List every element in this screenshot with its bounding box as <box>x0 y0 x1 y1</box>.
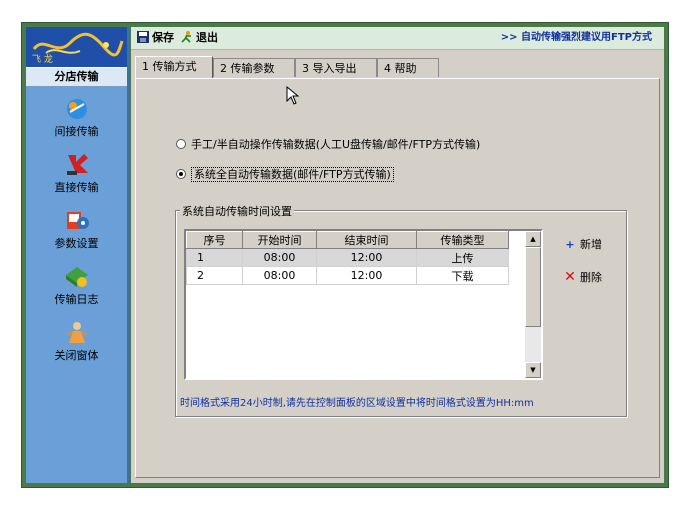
column-header[interactable]: 开始时间 <box>242 231 317 249</box>
time-format-note: 时间格式采用24小时制,请先在控制面板的区域设置中将时间格式设置为HH:mm <box>180 398 534 409</box>
manual-mode-radio[interactable] <box>176 139 186 149</box>
delete-x-icon: ✕ <box>564 269 576 285</box>
sidebar-item-label: 关闭窗体 <box>54 349 99 362</box>
close-window-icon <box>66 322 87 343</box>
tab-transfer-params[interactable]: 2 传输参数 <box>213 58 295 77</box>
column-header[interactable]: 结束时间 <box>316 231 417 249</box>
tab-help[interactable]: 4 帮助 <box>377 58 439 77</box>
manual-mode-label: 手工/半自动操作传输数据(人工U盘传输/邮件/FTP方式传输) <box>191 138 481 151</box>
sidebar-item-label: 传输日志 <box>54 293 99 306</box>
table-cell[interactable]: 1 <box>186 248 243 267</box>
mouse-cursor-icon <box>286 86 300 105</box>
add-label: 新增 <box>580 238 602 251</box>
table-cell[interactable]: 2 <box>186 266 243 285</box>
table-cell[interactable]: 08:00 <box>242 248 317 267</box>
sidebar-item-close-window[interactable]: 关闭窗体 <box>26 315 127 369</box>
ftp-hint-text: >> 自动传输强烈建议用FTP方式 <box>500 32 652 43</box>
logo: 飞 龙 <box>26 27 127 67</box>
add-schedule-button[interactable]: + 新增 <box>563 237 602 253</box>
table-cell[interactable]: 12:00 <box>316 266 417 285</box>
table-cell[interactable]: 下载 <box>416 266 509 285</box>
delete-schedule-button[interactable]: ✕ 删除 <box>563 269 602 285</box>
table-row[interactable]: 1 08:00 12:00 上传 <box>186 248 509 267</box>
exit-button[interactable]: 退出 <box>181 30 218 46</box>
table-cell[interactable]: 12:00 <box>316 248 417 267</box>
schedule-table: 序号 开始时间 结束时间 传输类型 1 08:00 12:00 上传 2 08:… <box>186 231 509 285</box>
table-header-row: 序号 开始时间 结束时间 传输类型 <box>186 231 509 249</box>
floppy-disk-icon <box>137 31 149 43</box>
settings-icon <box>66 212 89 229</box>
sidebar-header: 分店传输 <box>26 67 127 87</box>
plus-icon: + <box>565 238 575 251</box>
scroll-thumb[interactable] <box>525 247 541 327</box>
sidebar-item-indirect-transfer[interactable]: 间接传输 <box>26 91 127 145</box>
sidebar: 飞 龙 分店传输 间接传输 直接传输 参数设置 传输日志 关闭窗体 <box>26 27 129 483</box>
column-header[interactable]: 传输类型 <box>416 231 509 249</box>
sidebar-item-label: 参数设置 <box>54 237 99 250</box>
toolbar: 保存 退出 >> 自动传输强烈建议用FTP方式 <box>131 27 664 50</box>
auto-mode-radio[interactable] <box>176 169 186 179</box>
sidebar-item-label: 直接传输 <box>54 181 99 194</box>
vertical-scrollbar[interactable]: ▲ ▼ <box>525 231 541 378</box>
tab-transfer-mode[interactable]: 1 传输方式 <box>135 56 213 78</box>
auto-mode-label: 系统全自动传输数据(邮件/FTP方式传输) <box>191 167 394 182</box>
schedule-grid: 序号 开始时间 结束时间 传输类型 1 08:00 12:00 上传 2 08:… <box>184 229 543 380</box>
save-button[interactable]: 保存 <box>137 30 174 46</box>
tab-panel: 手工/半自动操作传输数据(人工U盘传输/邮件/FTP方式传输) 系统全自动传输数… <box>135 78 660 478</box>
save-label: 保存 <box>152 31 174 44</box>
logo-text: 飞 龙 <box>32 55 53 65</box>
sidebar-item-label: 间接传输 <box>54 125 99 138</box>
manual-mode-option[interactable]: 手工/半自动操作传输数据(人工U盘传输/邮件/FTP方式传输) <box>176 137 480 153</box>
schedule-group-title: 系统自动传输时间设置 <box>180 203 294 219</box>
sidebar-item-direct-transfer[interactable]: 直接传输 <box>26 147 127 201</box>
sidebar-item-settings[interactable]: 参数设置 <box>26 203 127 257</box>
table-row[interactable]: 2 08:00 12:00 下载 <box>186 266 509 285</box>
scroll-up-arrow-icon[interactable]: ▲ <box>525 231 541 247</box>
direct-transfer-icon <box>66 154 88 175</box>
main-panel: 保存 退出 >> 自动传输强烈建议用FTP方式 1 传输方式 2 传输参数 3 … <box>131 27 664 483</box>
exit-runner-icon <box>181 31 191 43</box>
tab-import-export[interactable]: 3 导入导出 <box>295 58 377 77</box>
scroll-down-arrow-icon[interactable]: ▼ <box>525 362 541 378</box>
auto-mode-option[interactable]: 系统全自动传输数据(邮件/FTP方式传输) <box>176 167 394 183</box>
log-icon <box>65 267 88 287</box>
delete-label: 删除 <box>580 271 602 284</box>
column-header[interactable]: 序号 <box>186 231 243 249</box>
exit-label: 退出 <box>196 31 218 44</box>
table-cell[interactable]: 08:00 <box>242 266 317 285</box>
sidebar-item-log[interactable]: 传输日志 <box>26 259 127 313</box>
indirect-transfer-icon <box>66 99 87 119</box>
schedule-group: 系统自动传输时间设置 序号 开始时间 结束时间 传输类型 1 08:00 12:… <box>175 203 627 417</box>
table-cell[interactable]: 上传 <box>416 248 509 267</box>
